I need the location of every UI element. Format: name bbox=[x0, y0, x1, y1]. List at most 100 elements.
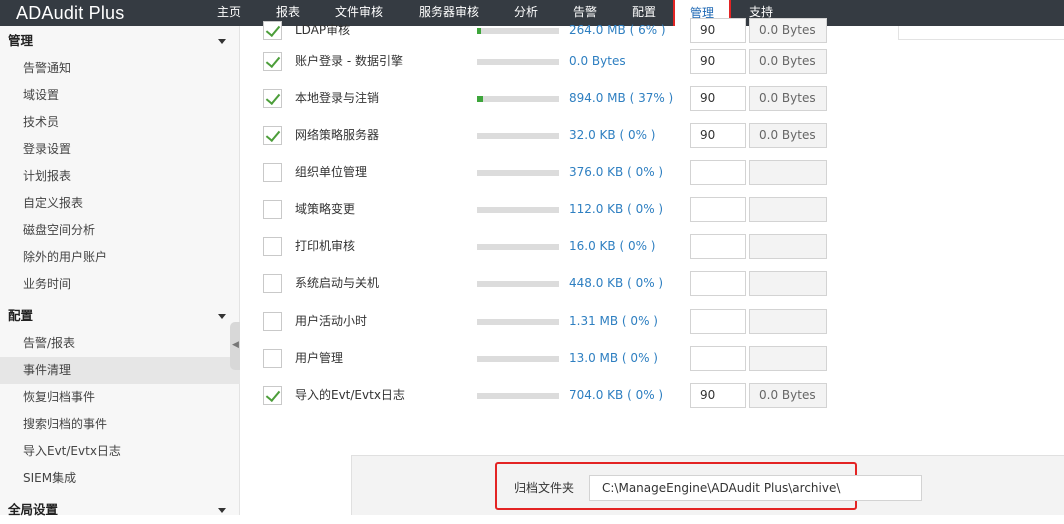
event-label: 本地登录与注销 bbox=[295, 91, 380, 105]
event-row: 打印机审核 16.0 KB ( 0% ) bbox=[241, 228, 841, 265]
usage-progress-bar bbox=[477, 170, 559, 176]
archived-size-field: 0.0 Bytes bbox=[749, 18, 827, 43]
archived-size-field bbox=[749, 346, 827, 371]
sidebar-collapse-handle[interactable]: ◀ bbox=[230, 322, 240, 370]
event-label: 打印机审核 bbox=[295, 239, 356, 253]
event-checkbox[interactable] bbox=[263, 126, 282, 145]
event-checkbox[interactable] bbox=[263, 163, 282, 182]
event-checkbox[interactable] bbox=[263, 386, 282, 405]
sidebar-item-domain-settings[interactable]: 域设置 bbox=[0, 82, 240, 109]
event-checkbox[interactable] bbox=[263, 312, 282, 331]
archived-size-field bbox=[749, 197, 827, 222]
sidebar-item-event-purge[interactable]: 事件清理 bbox=[0, 357, 240, 384]
retention-days-input[interactable] bbox=[690, 160, 746, 185]
archived-size-field bbox=[749, 271, 827, 296]
usage-progress-bar bbox=[477, 59, 559, 65]
event-checkbox[interactable] bbox=[263, 274, 282, 293]
usage-progress-bar bbox=[477, 244, 559, 250]
retention-days-input[interactable] bbox=[690, 346, 746, 371]
sidebar-item-disk-space-analysis[interactable]: 磁盘空间分析 bbox=[0, 217, 240, 244]
sidebar-item-excluded-users[interactable]: 除外的用户账户 bbox=[0, 244, 240, 271]
archived-size-field: 0.0 Bytes bbox=[749, 49, 827, 74]
usage-progress-bar bbox=[477, 96, 559, 102]
event-size-link[interactable]: 32.0 KB ( 0% ) bbox=[569, 117, 655, 154]
event-size-link[interactable]: 1.31 MB ( 0% ) bbox=[569, 303, 658, 340]
event-row: 导入的Evt/Evtx日志 704.0 KB ( 0% ) 90 0.0 Bytes bbox=[241, 377, 841, 414]
event-size-link[interactable]: 112.0 KB ( 0% ) bbox=[569, 191, 663, 228]
sidebar-section-admin[interactable]: 管理 bbox=[0, 27, 240, 55]
event-label: 域策略变更 bbox=[295, 202, 356, 216]
sidebar-item-siem-integration[interactable]: SIEM集成 bbox=[0, 465, 240, 492]
main-content: LDAP审核 264.0 MB ( 6% ) 90 0.0 Bytes 账户登录 - 数… bbox=[241, 18, 1064, 515]
event-checkbox[interactable] bbox=[263, 21, 282, 40]
chevron-down-icon[interactable] bbox=[218, 39, 226, 44]
retention-days-input[interactable]: 90 bbox=[690, 383, 746, 408]
usage-progress-bar bbox=[477, 133, 559, 139]
usage-progress-fill bbox=[477, 28, 481, 34]
chevron-down-icon[interactable] bbox=[218, 508, 226, 513]
chevron-down-icon[interactable] bbox=[218, 314, 226, 319]
usage-progress-bar bbox=[477, 393, 559, 399]
sidebar-item-custom-reports[interactable]: 自定义报表 bbox=[0, 190, 240, 217]
sidebar-section-configuration[interactable]: 配置 bbox=[0, 302, 240, 330]
event-checkbox[interactable] bbox=[263, 349, 282, 368]
retention-days-input[interactable]: 90 bbox=[690, 123, 746, 148]
archived-size-field: 0.0 Bytes bbox=[749, 123, 827, 148]
event-row: 系统启动与关机 448.0 KB ( 0% ) bbox=[241, 265, 841, 302]
event-label: 账户登录 - 数据引擎 bbox=[295, 54, 403, 68]
archived-size-field bbox=[749, 309, 827, 334]
event-row: 本地登录与注销 894.0 MB ( 37% ) 90 0.0 Bytes bbox=[241, 80, 841, 117]
sidebar-item-logon-settings[interactable]: 登录设置 bbox=[0, 136, 240, 163]
retention-days-input[interactable]: 90 bbox=[690, 18, 746, 43]
retention-days-input[interactable] bbox=[690, 197, 746, 222]
retention-days-input[interactable]: 90 bbox=[690, 49, 746, 74]
sidebar-section-global-settings[interactable]: 全局设置 bbox=[0, 496, 240, 524]
archived-size-field: 0.0 Bytes bbox=[749, 383, 827, 408]
retention-days-input[interactable] bbox=[690, 309, 746, 334]
event-size-link[interactable]: 13.0 MB ( 0% ) bbox=[569, 340, 658, 377]
chevron-left-icon: ◀ bbox=[232, 340, 239, 350]
event-label: 用户管理 bbox=[295, 351, 344, 365]
event-row: 域策略变更 112.0 KB ( 0% ) bbox=[241, 191, 841, 228]
archived-size-field: 0.0 Bytes bbox=[749, 86, 827, 111]
sidebar-section-title: 管理 bbox=[8, 33, 34, 48]
sidebar-item-business-hours[interactable]: 业务时间 bbox=[0, 271, 240, 298]
event-size-link[interactable]: 376.0 KB ( 0% ) bbox=[569, 154, 663, 191]
event-row: 用户活动小时 1.31 MB ( 0% ) bbox=[241, 303, 841, 340]
sidebar: 管理 告警通知 域设置 技术员 登录设置 计划报表 自定义报表 磁盘空间分析 除… bbox=[0, 26, 240, 517]
sidebar-item-technicians[interactable]: 技术员 bbox=[0, 109, 240, 136]
sidebar-item-import-evt-logs[interactable]: 导入Evt/Evtx日志 bbox=[0, 438, 240, 465]
archived-size-field bbox=[749, 160, 827, 185]
event-size-link[interactable]: 16.0 KB ( 0% ) bbox=[569, 228, 655, 265]
event-size-link[interactable]: 448.0 KB ( 0% ) bbox=[569, 265, 663, 302]
event-size-link[interactable]: 894.0 MB ( 37% ) bbox=[569, 80, 673, 117]
sidebar-item-scheduled-reports[interactable]: 计划报表 bbox=[0, 163, 240, 190]
event-label: 用户活动小时 bbox=[295, 314, 368, 328]
event-size-link[interactable]: 0.0 Bytes bbox=[569, 43, 626, 80]
event-label: 导入的Evt/Evtx日志 bbox=[295, 388, 405, 402]
usage-progress-bar bbox=[477, 207, 559, 213]
event-row: 用户管理 13.0 MB ( 0% ) bbox=[241, 340, 841, 377]
sidebar-item-restore-archived-events[interactable]: 恢复归档事件 bbox=[0, 384, 240, 411]
retention-days-input[interactable]: 90 bbox=[690, 86, 746, 111]
archive-folder-label: 归档文件夹 bbox=[514, 481, 575, 495]
archive-folder-input[interactable]: C:\ManageEngine\ADAudit Plus\archive\ bbox=[589, 475, 922, 501]
retention-days-input[interactable] bbox=[690, 234, 746, 259]
sidebar-item-alerts-reports[interactable]: 告警/报表 bbox=[0, 330, 240, 357]
event-checkbox[interactable] bbox=[263, 89, 282, 108]
event-row: 网络策略服务器 32.0 KB ( 0% ) 90 0.0 Bytes bbox=[241, 117, 841, 154]
sidebar-item-search-archived-events[interactable]: 搜索归档的事件 bbox=[0, 411, 240, 438]
event-size-link[interactable]: 704.0 KB ( 0% ) bbox=[569, 377, 663, 414]
app-logo[interactable]: ADAudit Plus bbox=[16, 1, 124, 25]
event-label: 系统启动与关机 bbox=[295, 276, 380, 290]
event-label: 网络策略服务器 bbox=[295, 128, 380, 142]
usage-progress-bar bbox=[477, 356, 559, 362]
event-checkbox[interactable] bbox=[263, 237, 282, 256]
usage-progress-fill bbox=[477, 96, 484, 102]
usage-progress-bar bbox=[477, 281, 559, 287]
retention-days-input[interactable] bbox=[690, 271, 746, 296]
sidebar-item-alert-notification[interactable]: 告警通知 bbox=[0, 55, 240, 82]
event-checkbox[interactable] bbox=[263, 52, 282, 71]
info-panel-edge bbox=[898, 26, 1064, 40]
event-checkbox[interactable] bbox=[263, 200, 282, 219]
